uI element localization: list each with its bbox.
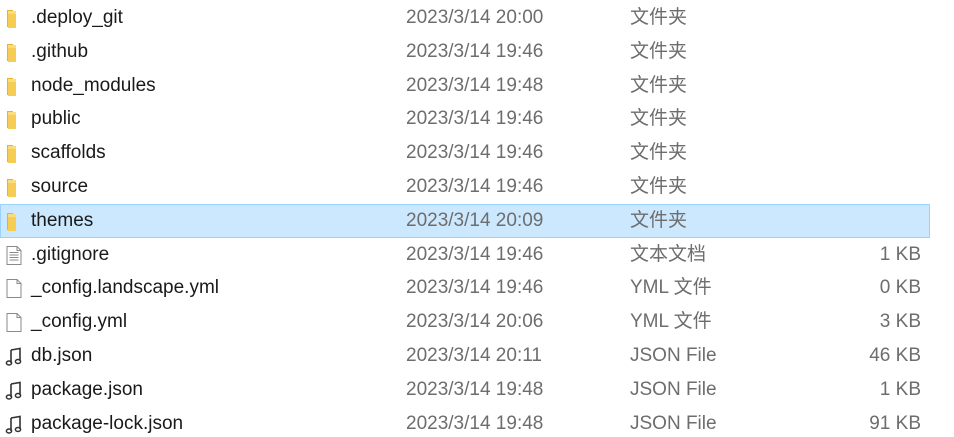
file-name: package-lock.json (31, 412, 184, 434)
modified-date: 2023/3/14 20:09 (406, 209, 544, 231)
file-size: 1 KB (879, 378, 921, 400)
folder-icon (4, 177, 24, 198)
modified-date: 2023/3/14 19:46 (406, 176, 544, 197)
file-name: scaffolds (31, 142, 106, 164)
file-row[interactable]: package.json 2023/3/14 19:48 JSON File 1 KB (0, 373, 930, 407)
file-type: 文件夹 (630, 142, 688, 164)
file-name: _config.landscape.yml (31, 277, 219, 299)
file-name: db.json (31, 345, 93, 366)
json-file-icon (4, 380, 24, 401)
modified-date: 2023/3/14 19:46 (406, 142, 544, 164)
json-file-icon (4, 414, 24, 435)
modified-date: 2023/3/14 20:11 (406, 345, 542, 366)
file-row[interactable]: public 2023/3/14 19:46 文件夹 (0, 102, 930, 136)
modified-date: 2023/3/14 20:00 (406, 7, 544, 28)
modified-date: 2023/3/14 19:46 (406, 108, 544, 130)
file-type: 文件夹 (630, 176, 688, 197)
file-name: .gitignore (31, 243, 110, 265)
file-row[interactable]: source 2023/3/14 19:46 文件夹 (0, 170, 930, 204)
file-list: .deploy_git 2023/3/14 20:00 文件夹 .github 2023… (0, 0, 954, 437)
file-row[interactable]: _config.landscape.yml 2023/3/14 19:46 YML … (0, 271, 930, 305)
text-document-icon (4, 245, 24, 266)
file-name: .deploy_git (31, 7, 123, 28)
json-file-icon (4, 346, 24, 367)
file-type: 文件夹 (630, 7, 688, 28)
folder-icon (4, 8, 24, 29)
modified-date: 2023/3/14 19:48 (406, 74, 544, 96)
modified-date: 2023/3/14 19:46 (406, 243, 544, 265)
blank-file-icon (4, 312, 24, 333)
file-name: _config.yml (31, 311, 128, 333)
modified-date: 2023/3/14 19:46 (406, 277, 544, 299)
file-name: .github (31, 40, 89, 62)
modified-date: 2023/3/14 20:06 (406, 311, 544, 333)
folder-icon (4, 109, 24, 130)
file-type: 文件夹 (630, 40, 688, 62)
file-type: 文件夹 (630, 108, 688, 130)
file-name: node_modules (31, 74, 156, 96)
file-type: 文本文档 (630, 243, 707, 265)
folder-icon (4, 76, 24, 97)
file-row[interactable]: scaffolds 2023/3/14 19:46 文件夹 (0, 136, 930, 170)
file-row[interactable]: .github 2023/3/14 19:46 文件夹 (0, 35, 930, 69)
folder-icon (4, 42, 24, 63)
modified-date: 2023/3/14 19:48 (406, 378, 544, 400)
blank-file-icon (4, 278, 24, 299)
modified-date: 2023/3/14 19:46 (406, 40, 544, 62)
file-size: 3 KB (879, 311, 921, 333)
folder-icon (4, 143, 24, 164)
file-name: themes (31, 209, 94, 231)
file-type: YML 文件 (630, 277, 712, 299)
file-size: 46 KB (869, 345, 921, 366)
file-row[interactable]: themes 2023/3/14 20:09 文件夹 (0, 203, 930, 238)
modified-date: 2023/3/14 19:48 (406, 412, 544, 434)
file-name: source (31, 176, 89, 197)
file-type: 文件夹 (630, 74, 688, 96)
file-type: 文件夹 (630, 209, 688, 231)
file-type: YML 文件 (630, 311, 712, 333)
file-size: 91 KB (869, 412, 921, 434)
file-name: public (31, 108, 81, 130)
file-row[interactable]: _config.yml 2023/3/14 20:06 YML 文件 3 KB (0, 305, 930, 339)
file-row[interactable]: .deploy_git 2023/3/14 20:00 文件夹 (0, 1, 930, 35)
file-row[interactable]: package-lock.json 2023/3/14 19:48 JSON Fil… (0, 407, 930, 437)
file-size: 0 KB (879, 277, 921, 299)
file-type: JSON File (630, 345, 717, 366)
file-name: package.json (31, 378, 143, 400)
folder-icon (4, 211, 24, 232)
file-row[interactable]: node_modules 2023/3/14 19:48 文件夹 (0, 69, 930, 103)
file-type: JSON File (630, 378, 717, 400)
file-type: JSON File (630, 412, 717, 434)
file-row[interactable]: .gitignore 2023/3/14 19:46 文本文档 1 KB (0, 238, 930, 272)
file-size: 1 KB (879, 243, 921, 265)
file-row[interactable]: db.json 2023/3/14 20:11 JSON File 46 KB (0, 339, 930, 373)
